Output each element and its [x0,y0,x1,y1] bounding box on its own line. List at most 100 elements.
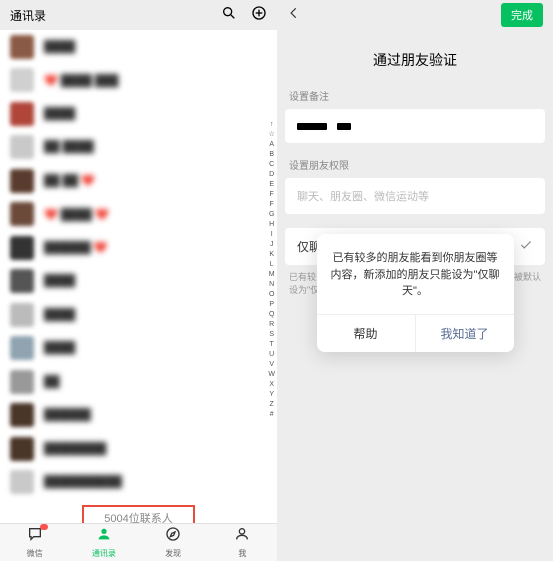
contact-item[interactable]: ██ ████ [0,131,277,165]
avatar [10,336,34,360]
index-letter[interactable]: Q [268,310,275,320]
verify-panel: 完成 通过朋友验证 设置备注 设置朋友权限 聊天、朋友圈、微信运动等 仅聊天 已… [277,0,553,561]
contact-name: ██ ████ [44,141,94,153]
tab-discover[interactable]: 发现 [139,524,208,561]
tab-label: 发现 [165,548,181,559]
contact-item[interactable]: ██ [0,365,277,399]
me-icon [233,526,251,547]
contact-item[interactable]: ████ [0,97,277,131]
contact-item[interactable]: ████ [0,30,277,64]
index-letter[interactable]: F [268,190,275,200]
avatar [10,236,34,260]
index-letter[interactable]: V [268,360,275,370]
contact-item[interactable]: ████ [0,332,277,366]
avatar [10,68,34,92]
contact-name: ❤️ ████ ❤️ [44,208,109,221]
contact-item[interactable]: ██ ██ ❤️ [0,164,277,198]
contact-count: 5004位联系人 [104,510,172,523]
index-letter[interactable]: G [268,210,275,220]
avatar [10,102,34,126]
discover-icon [164,526,182,547]
index-letter[interactable]: I [268,230,275,240]
tab-label: 通讯录 [92,548,116,559]
contact-item[interactable]: ████ [0,265,277,299]
tabbar: 微信 通讯录 发现 我 [0,523,277,561]
help-button[interactable]: 帮助 [317,315,416,352]
contact-name: ██ ██ ❤️ [44,174,95,187]
contact-name: ██████████ [44,476,122,488]
index-letter[interactable]: B [268,150,275,160]
search-icon[interactable] [221,5,237,26]
contacts-icon [95,526,113,547]
avatar [10,169,34,193]
contact-name: ████ [44,309,75,321]
ok-button[interactable]: 我知道了 [416,315,514,352]
contacts-list[interactable]: ████❤️ ████ █████████ ██████ ██ ❤️❤️ ███… [0,30,277,523]
index-letter[interactable]: D [268,170,275,180]
dialog: 已有较多的朋友能看到你朋友圈等内容，新添加的朋友只能设为"仅聊天"。 帮助 我知… [317,234,514,352]
index-letter[interactable]: ↑ [268,120,275,130]
contact-name: ████████ [44,443,106,455]
index-letter[interactable]: P [268,300,275,310]
avatar [10,135,34,159]
header-actions [221,5,267,26]
contact-count-highlight: 5004位联系人 [82,505,194,523]
index-letter[interactable]: K [268,250,275,260]
contact-item[interactable]: ██████ [0,399,277,433]
index-letter[interactable]: E [268,180,275,190]
avatar [10,370,34,394]
contact-item[interactable]: ❤️ ████ ❤️ [0,198,277,232]
contact-name: ❤️ ████ ███ [44,74,118,87]
index-letter[interactable]: ☆ [268,130,275,140]
index-letter[interactable]: C [268,160,275,170]
avatar [10,202,34,226]
contact-item[interactable]: ██████████ [0,466,277,500]
tab-label: 微信 [27,548,43,559]
add-icon[interactable] [251,5,267,26]
page-title: 通讯录 [10,7,46,24]
tab-chats[interactable]: 微信 [0,524,69,561]
contact-item[interactable]: ❤️ ████ ███ [0,64,277,98]
avatar [10,269,34,293]
index-letter[interactable]: M [268,270,275,280]
index-letter[interactable]: O [268,290,275,300]
tab-contacts[interactable]: 通讯录 [69,524,138,561]
contact-item[interactable]: ████████ [0,432,277,466]
avatar [10,403,34,427]
index-letter[interactable]: R [268,320,275,330]
index-bar[interactable]: ↑☆ABCDEFFGHIJKLMNOPQRSTUVWXYZ# [268,120,275,420]
index-letter[interactable]: Z [268,400,275,410]
index-letter[interactable]: Y [268,390,275,400]
index-letter[interactable]: N [268,280,275,290]
avatar [10,437,34,461]
index-letter[interactable]: S [268,330,275,340]
chat-icon [26,526,44,547]
contact-name: ████ [44,342,75,354]
contact-name: ██████ [44,409,91,421]
index-letter[interactable]: F [268,200,275,210]
index-letter[interactable]: T [268,340,275,350]
contact-item[interactable]: ████ [0,298,277,332]
index-letter[interactable]: L [268,260,275,270]
contact-name: ████ [44,275,75,287]
avatar [10,35,34,59]
index-letter[interactable]: W [268,370,275,380]
contact-name: ██ [44,376,60,388]
contacts-panel: 通讯录 ████❤️ ████ █████████ ██████ ██ ❤️❤️… [0,0,277,561]
index-letter[interactable]: U [268,350,275,360]
index-letter[interactable]: J [268,240,275,250]
header: 通讯录 [0,0,277,30]
avatar [10,470,34,494]
avatar [10,303,34,327]
index-letter[interactable]: # [268,410,275,420]
tab-label: 我 [238,548,246,559]
index-letter[interactable]: A [268,140,275,150]
tab-me[interactable]: 我 [208,524,277,561]
contact-name: ████ [44,41,75,53]
contact-item[interactable]: ██████ ❤️ [0,231,277,265]
dialog-overlay: 已有较多的朋友能看到你朋友圈等内容，新添加的朋友只能设为"仅聊天"。 帮助 我知… [277,0,553,561]
contact-name: ██████ ❤️ [44,241,108,254]
index-letter[interactable]: X [268,380,275,390]
index-letter[interactable]: H [268,220,275,230]
unread-badge [40,524,48,530]
